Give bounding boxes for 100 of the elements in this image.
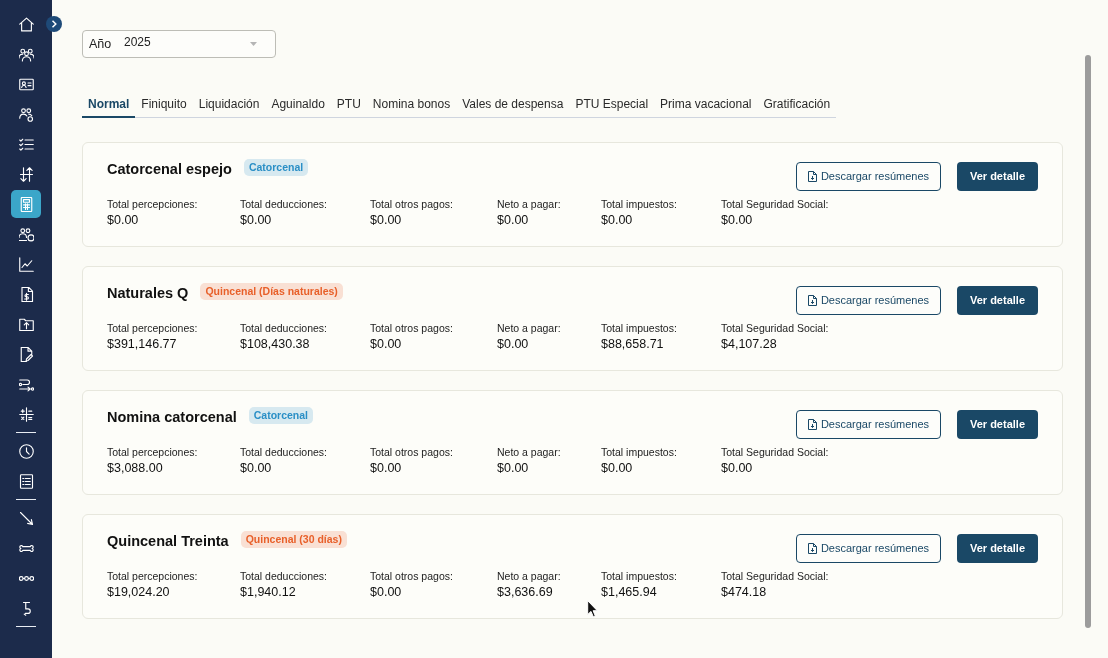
tab[interactable]: Liquidación — [192, 91, 266, 118]
chevron-right-icon — [50, 20, 58, 28]
people-money-icon — [18, 226, 34, 242]
stat-label: Total percepciones: — [107, 569, 198, 583]
year-select[interactable]: Año 2025 — [82, 30, 276, 58]
stat-label: Total impuestos: — [601, 197, 677, 211]
home-icon — [18, 16, 34, 32]
tab[interactable]: Normal — [82, 91, 136, 118]
frequency-badge: Catorcenal — [248, 406, 314, 424]
stat-label: Total Seguridad Social: — [721, 197, 829, 211]
flow-arrows-icon — [18, 376, 34, 392]
document-icon — [807, 171, 817, 182]
stat-label: Neto a pagar: — [497, 197, 561, 211]
stat-value: $3,636.69 — [497, 584, 553, 601]
download-summaries-button[interactable]: Descargar resúmenes — [796, 410, 941, 439]
stat-label: Total otros pagos: — [370, 321, 453, 335]
view-detail-button[interactable]: Ver detalle — [957, 286, 1038, 315]
document-icon — [807, 543, 817, 554]
document-icon — [807, 419, 817, 430]
stat-label: Total impuestos: — [601, 569, 677, 583]
stat-value: $0.00 — [497, 336, 529, 353]
card-title: Naturales Q — [107, 284, 189, 303]
tab[interactable]: Nomina bonos — [366, 91, 457, 118]
stat-value: $108,430.38 — [240, 336, 310, 353]
stat-label: Neto a pagar: — [497, 569, 561, 583]
view-detail-button[interactable]: Ver detalle — [957, 410, 1038, 439]
stat-label: Total otros pagos: — [370, 197, 453, 211]
id-card-icon — [18, 76, 34, 92]
field-value: 2025 — [124, 34, 151, 51]
tab[interactable]: Prima vacacional — [654, 91, 758, 118]
stat-value: $0.00 — [370, 336, 402, 353]
frequency-badge: Quincenal (30 días) — [240, 530, 347, 548]
download-summaries-button[interactable]: Descargar resúmenes — [796, 162, 941, 191]
tab[interactable]: Vales de despensa — [456, 91, 570, 118]
document-icon — [807, 295, 817, 306]
card-title: Catorcenal espejo — [107, 160, 232, 179]
stat-label: Total deducciones: — [240, 321, 327, 335]
stat-label: Total Seguridad Social: — [721, 321, 829, 335]
tab[interactable]: Finiquito — [135, 91, 193, 118]
frequency-badge: Quincenal (Días naturales) — [200, 282, 343, 300]
list-document-icon — [18, 473, 34, 489]
math-symbols-icon — [18, 406, 34, 422]
stat-label: Total otros pagos: — [370, 569, 453, 583]
stat-value: $0.00 — [370, 584, 402, 601]
stat-label: Total deducciones: — [240, 569, 327, 583]
stat-label: Total percepciones: — [107, 197, 198, 211]
up-down-arrows-icon — [18, 166, 34, 182]
stat-value: $1,940.12 — [240, 584, 296, 601]
view-detail-button[interactable]: Ver detalle — [957, 534, 1038, 563]
stat-label: Neto a pagar: — [497, 321, 561, 335]
tab[interactable]: Gratificación — [757, 91, 837, 118]
tab[interactable]: Aguinaldo — [265, 91, 331, 118]
expand-button[interactable] — [46, 16, 62, 32]
stat-value: $0.00 — [370, 460, 402, 477]
people-group-icon — [18, 46, 34, 62]
sidebar-item[interactable] — [11, 190, 41, 218]
line-chart-icon — [18, 256, 34, 272]
scrollbar-thumb[interactable] — [1085, 55, 1091, 628]
tab[interactable]: PTU — [330, 91, 367, 118]
card-title: Nomina catorcenal — [107, 408, 237, 427]
diagonal-arrow-icon — [18, 510, 34, 526]
folder-upload-icon — [18, 316, 34, 332]
stat-value: $391,146.77 — [107, 336, 177, 353]
card-title: Quincenal Treinta — [107, 532, 229, 551]
stat-label: Total Seguridad Social: — [721, 569, 829, 583]
stat-label: Total percepciones: — [107, 321, 198, 335]
stat-value: $88,658.71 — [601, 336, 664, 353]
view-detail-button[interactable]: Ver detalle — [957, 162, 1038, 191]
stat-label: Total deducciones: — [240, 445, 327, 459]
stat-value: $3,088.00 — [107, 460, 163, 477]
stat-label: Neto a pagar: — [497, 445, 561, 459]
stat-value: $1,465.94 — [601, 584, 657, 601]
stat-value: $0.00 — [497, 460, 529, 477]
download-summaries-button[interactable]: Descargar resúmenes — [796, 534, 941, 563]
tab[interactable]: PTU Especial — [569, 91, 655, 118]
clock-icon — [18, 443, 34, 459]
stat-value: $0.00 — [240, 212, 272, 229]
stat-value: $0.00 — [370, 212, 402, 229]
stat-label: Total otros pagos: — [370, 445, 453, 459]
caret-icon — [250, 42, 257, 46]
stat-label: Total impuestos: — [601, 321, 677, 335]
stat-label: Total impuestos: — [601, 445, 677, 459]
stat-value: $0.00 — [107, 212, 139, 229]
stat-value: $0.00 — [240, 460, 272, 477]
stat-value: $0.00 — [601, 460, 633, 477]
document-dollar-icon — [18, 286, 34, 302]
stat-value: $0.00 — [721, 212, 753, 229]
people-settings-icon — [18, 106, 34, 122]
document-edit-icon — [18, 346, 34, 362]
stat-label: Total deducciones: — [240, 197, 327, 211]
stat-value: $0.00 — [601, 212, 633, 229]
calculator-icon — [18, 196, 34, 212]
stat-label: Total percepciones: — [107, 445, 198, 459]
download-summaries-button[interactable]: Descargar resúmenes — [796, 286, 941, 315]
stat-label: Total Seguridad Social: — [721, 445, 829, 459]
stat-value: $0.00 — [497, 212, 529, 229]
stat-value: $474.18 — [721, 584, 767, 601]
field-label: Año — [89, 35, 113, 53]
stat-value: $0.00 — [721, 460, 753, 477]
checklist-icon — [18, 136, 34, 152]
